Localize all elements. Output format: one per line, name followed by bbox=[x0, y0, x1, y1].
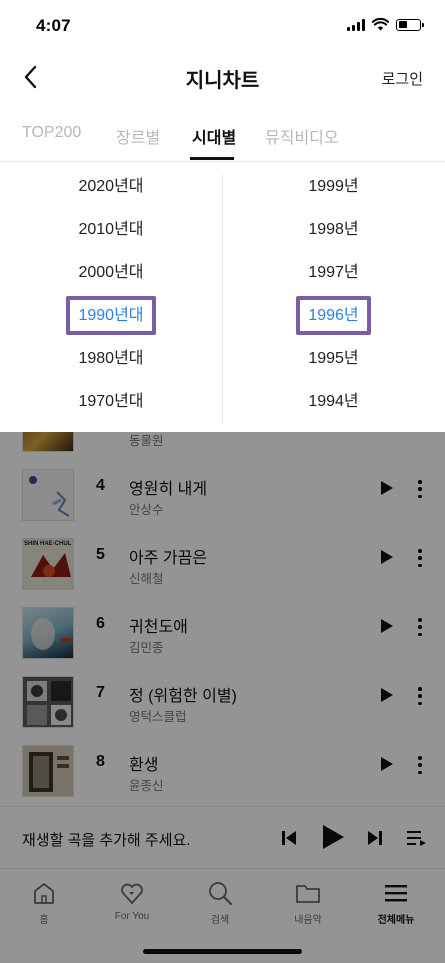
album-art bbox=[22, 432, 74, 452]
cellular-signal-icon bbox=[347, 18, 365, 31]
song-title[interactable]: 정 (위험한 이별) bbox=[129, 682, 237, 706]
nav-all-menu[interactable]: 전체메뉴 bbox=[356, 879, 436, 926]
tab-genre[interactable]: 장르별 bbox=[116, 124, 160, 148]
song-title[interactable]: 환생 bbox=[129, 751, 158, 775]
decade-column: 2020년대 2010년대 2000년대 1990년대 1980년대 1970년… bbox=[0, 162, 222, 432]
song-title[interactable]: 귀천도애 bbox=[129, 613, 188, 637]
nav-search[interactable]: 검색 bbox=[180, 879, 260, 926]
mini-player-prompt: 재생할 곡을 추가해 주세요. bbox=[22, 832, 191, 849]
active-tab-indicator bbox=[190, 157, 234, 160]
year-option[interactable]: 1998년 bbox=[222, 215, 445, 245]
song-rank: 7 bbox=[96, 684, 105, 701]
play-icon[interactable] bbox=[377, 617, 395, 635]
folder-icon bbox=[296, 885, 320, 903]
nav-label: 검색 bbox=[210, 915, 230, 926]
mini-player: 재생할 곡을 추가해 주세요. bbox=[0, 806, 445, 868]
playlist-icon[interactable] bbox=[406, 829, 428, 847]
nav-my-music[interactable]: 내음악 bbox=[268, 879, 348, 926]
table-row[interactable]: 동물원 bbox=[0, 432, 445, 463]
song-artist[interactable]: 김민종 bbox=[129, 637, 164, 656]
battery-icon bbox=[396, 18, 424, 31]
heart-icon bbox=[121, 883, 143, 904]
wifi-icon bbox=[372, 18, 389, 31]
song-rank: 4 bbox=[96, 477, 105, 494]
nav-label: 전체메뉴 bbox=[377, 915, 415, 926]
song-artist[interactable]: 안상수 bbox=[129, 499, 164, 518]
tab-music-video[interactable]: 뮤직비디오 bbox=[265, 124, 339, 148]
nav-for-you[interactable]: For You bbox=[92, 879, 172, 922]
tab-bar: TOP200 장르별 시대별 뮤직비디오 bbox=[0, 110, 445, 162]
decade-option[interactable]: 2010년대 bbox=[0, 215, 222, 245]
song-artist: 동물원 bbox=[129, 434, 164, 448]
next-track-icon[interactable] bbox=[366, 829, 384, 847]
era-picker: 2020년대 2010년대 2000년대 1990년대 1980년대 1970년… bbox=[0, 162, 445, 432]
more-options-icon[interactable] bbox=[410, 615, 430, 639]
header: 지니차트 로그인 bbox=[0, 50, 445, 105]
nav-label: 내음악 bbox=[294, 915, 322, 926]
year-option[interactable]: 1994년 bbox=[222, 387, 445, 417]
album-art bbox=[22, 745, 74, 797]
play-icon[interactable] bbox=[377, 686, 395, 704]
play-icon[interactable] bbox=[377, 548, 395, 566]
chart-list: 동물원 4 영원히 내게 안상수 SHIN HAE-CHUL 5 아주 가끔은 … bbox=[0, 432, 445, 806]
year-option[interactable]: 1995년 bbox=[222, 344, 445, 374]
song-artist[interactable]: 신해철 bbox=[129, 568, 164, 587]
year-option[interactable]: 1999년 bbox=[222, 172, 445, 202]
album-art: SHIN HAE-CHUL bbox=[22, 538, 74, 590]
nav-home[interactable]: 홈 bbox=[4, 879, 84, 926]
song-artist[interactable]: 영턱스클럽 bbox=[129, 706, 187, 725]
song-title[interactable]: 영원히 내게 bbox=[129, 475, 207, 499]
tab-era[interactable]: 시대별 bbox=[192, 124, 236, 148]
more-options-icon[interactable] bbox=[410, 753, 430, 777]
table-row[interactable]: 8 환생 윤종신 bbox=[0, 739, 445, 806]
table-row[interactable]: 6 귀천도애 김민종 bbox=[0, 601, 445, 670]
song-artist[interactable]: 윤종신 bbox=[129, 775, 164, 794]
song-rank: 5 bbox=[96, 546, 105, 563]
album-art bbox=[22, 469, 74, 521]
tab-top200[interactable]: TOP200 bbox=[22, 124, 81, 142]
more-options-icon[interactable] bbox=[410, 684, 430, 708]
status-icons bbox=[347, 18, 424, 31]
play-icon[interactable] bbox=[377, 755, 395, 773]
login-link[interactable]: 로그인 bbox=[382, 68, 423, 89]
previous-track-icon[interactable] bbox=[280, 829, 298, 847]
decade-option[interactable]: 2000년대 bbox=[0, 258, 222, 288]
home-indicator bbox=[143, 949, 302, 954]
song-rank: 8 bbox=[96, 753, 105, 770]
year-column: 1999년 1998년 1997년 1996년 1995년 1994년 bbox=[222, 162, 445, 432]
album-art bbox=[22, 676, 74, 728]
year-option[interactable]: 1997년 bbox=[222, 258, 445, 288]
play-icon[interactable] bbox=[320, 823, 346, 851]
more-options-icon[interactable] bbox=[410, 477, 430, 501]
table-row[interactable]: 4 영원히 내게 안상수 bbox=[0, 463, 445, 532]
year-option-selected[interactable]: 1996년 bbox=[222, 296, 445, 335]
album-art bbox=[22, 607, 74, 659]
more-options-icon[interactable] bbox=[410, 546, 430, 570]
decade-option[interactable]: 1980년대 bbox=[0, 344, 222, 374]
nav-label: 홈 bbox=[39, 915, 49, 926]
status-time: 4:07 bbox=[36, 16, 71, 35]
menu-icon bbox=[385, 885, 407, 902]
page-title: 지니차트 bbox=[185, 70, 260, 92]
home-icon bbox=[34, 883, 54, 904]
table-row[interactable]: SHIN HAE-CHUL 5 아주 가끔은 신해철 bbox=[0, 532, 445, 601]
decade-option[interactable]: 2020년대 bbox=[0, 172, 222, 202]
decade-option-selected[interactable]: 1990년대 bbox=[0, 296, 222, 335]
decade-option[interactable]: 1970년대 bbox=[0, 387, 222, 417]
play-icon[interactable] bbox=[377, 479, 395, 497]
song-title[interactable]: 아주 가끔은 bbox=[129, 544, 207, 568]
bottom-nav: 홈 For You 검색 내음악 전체메뉴 bbox=[0, 868, 445, 963]
song-rank: 6 bbox=[96, 615, 105, 632]
table-row[interactable]: 7 정 (위험한 이별) 영턱스클럽 bbox=[0, 670, 445, 739]
nav-label: For You bbox=[114, 911, 150, 922]
search-icon bbox=[209, 882, 232, 905]
status-bar: 4:07 bbox=[0, 0, 445, 50]
